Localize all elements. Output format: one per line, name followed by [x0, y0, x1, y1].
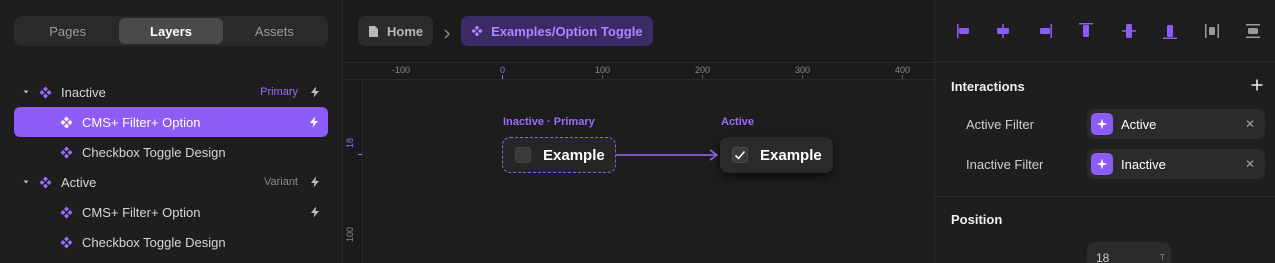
horizontal-ruler: -100 0 100 200 300 400 [344, 62, 934, 80]
breadcrumb-home-label: Home [387, 23, 424, 39]
sparkle-icon [1091, 153, 1113, 175]
layer-item-inactive[interactable]: Inactive Primary [0, 77, 343, 107]
interaction-variant-inactive[interactable]: Inactive ✕ [1087, 149, 1265, 179]
ruler-tick: 100 [345, 226, 355, 242]
component-icon [471, 25, 483, 37]
align-bottom-icon[interactable] [1161, 20, 1179, 42]
add-interaction-icon[interactable] [1251, 78, 1263, 91]
tab-layers[interactable]: Layers [119, 18, 223, 44]
breadcrumb-component-label: Examples/Option Toggle [491, 23, 643, 39]
left-panel: Pages Layers Assets Inactive Primary CMS… [0, 0, 343, 263]
canvas-area[interactable]: Home Examples/Option Toggle -100 0 100 2… [344, 0, 934, 263]
bolt-icon[interactable] [309, 206, 321, 218]
interaction-variant-active[interactable]: Active ✕ [1087, 109, 1265, 139]
distribute-horizontal-icon[interactable] [1203, 20, 1221, 42]
frame-label-inactive[interactable]: Inactive · Primary [503, 116, 595, 128]
layer-item-cms-filter-option-selected[interactable]: CMS+ Filter+ Option [14, 107, 328, 137]
layer-label: Checkbox Toggle Design [82, 234, 226, 250]
ruler-tick: 400 [895, 65, 911, 75]
layer-label: CMS+ Filter+ Option [82, 114, 201, 130]
align-right-icon[interactable] [1036, 20, 1054, 42]
interaction-value: Active [1121, 116, 1157, 132]
bolt-icon[interactable] [309, 86, 321, 98]
component-icon [60, 206, 73, 219]
ruler-marker [802, 75, 803, 79]
checkbox-checked [732, 147, 748, 163]
bolt-icon[interactable] [308, 116, 320, 128]
frame-label-active[interactable]: Active [721, 116, 754, 128]
layer-label: Inactive [61, 84, 106, 100]
ruler-tick: 200 [695, 65, 711, 75]
position-unit: T [1160, 253, 1165, 262]
component-icon [60, 116, 73, 129]
ruler-tick: 18 [345, 137, 355, 148]
layers-tree: Inactive Primary CMS+ Filter+ Option Che… [0, 77, 343, 257]
interaction-value: Inactive [1121, 156, 1166, 172]
align-vertical-center-icon[interactable] [1120, 20, 1138, 42]
ruler-tick: 0 [500, 65, 506, 75]
layer-item-cms-filter-option[interactable]: CMS+ Filter+ Option [0, 197, 343, 227]
position-title: Position [951, 212, 1003, 227]
align-horizontal-center-icon[interactable] [994, 20, 1012, 42]
ruler-tick: -100 [392, 65, 411, 75]
check-icon [734, 150, 746, 160]
panel-tabs: Pages Layers Assets [14, 16, 328, 46]
distribute-vertical-icon[interactable] [1244, 20, 1262, 42]
prototype-connection-arrow[interactable] [616, 147, 720, 163]
remove-icon[interactable]: ✕ [1245, 117, 1255, 131]
layer-label: Checkbox Toggle Design [82, 144, 226, 160]
variant-frame-inactive[interactable]: Example [502, 137, 616, 173]
ruler-tick: 100 [595, 65, 611, 75]
ruler-marker [358, 154, 362, 155]
breadcrumb-home[interactable]: Home [358, 16, 434, 46]
layer-item-checkbox-toggle-design[interactable]: Checkbox Toggle Design [0, 227, 343, 257]
alignment-toolbar [935, 20, 1275, 42]
tab-pages[interactable]: Pages [16, 18, 119, 44]
divider [935, 61, 1275, 62]
align-left-icon[interactable] [955, 20, 973, 42]
sparkle-icon [1091, 113, 1113, 135]
breadcrumb: Home Examples/Option Toggle [358, 16, 653, 46]
layer-tag: Variant [263, 176, 298, 188]
component-icon [39, 86, 52, 99]
layer-label: Active [61, 174, 97, 190]
layer-item-checkbox-toggle-design[interactable]: Checkbox Toggle Design [0, 137, 343, 167]
interaction-label: Inactive Filter [966, 157, 1044, 172]
checkbox-unchecked [515, 147, 531, 163]
component-icon [60, 236, 73, 249]
align-top-icon[interactable] [1077, 20, 1095, 42]
component-icon [39, 176, 52, 189]
design-workarea[interactable] [364, 81, 934, 263]
layer-tag: Primary [260, 86, 298, 98]
page-icon [368, 25, 379, 38]
ruler-tick: 300 [795, 65, 811, 75]
ruler-marker [902, 75, 903, 79]
chevron-right-icon [443, 26, 451, 39]
breadcrumb-component[interactable]: Examples/Option Toggle [461, 16, 653, 46]
remove-icon[interactable]: ✕ [1245, 157, 1255, 171]
layer-item-active[interactable]: Active Variant [0, 167, 343, 197]
position-top-input[interactable]: 18 T [1087, 242, 1171, 263]
chevron-down-icon[interactable] [22, 178, 30, 186]
layer-label: CMS+ Filter+ Option [82, 204, 201, 220]
interactions-title: Interactions [951, 79, 1025, 94]
position-value: 18 [1096, 251, 1110, 263]
ruler-marker [602, 75, 603, 79]
bolt-icon[interactable] [309, 176, 321, 188]
vertical-ruler: 18 100 [344, 80, 363, 263]
component-icon [60, 146, 73, 159]
checkbox-label: Example [760, 146, 822, 164]
divider [935, 196, 1275, 197]
properties-panel: Interactions Active Filter Active ✕ Inac… [934, 0, 1275, 263]
tab-assets[interactable]: Assets [223, 18, 326, 44]
checkbox-label: Example [543, 146, 605, 164]
ruler-marker [502, 75, 503, 79]
interaction-label: Active Filter [966, 117, 1034, 132]
ruler-marker [702, 75, 703, 79]
chevron-down-icon[interactable] [22, 88, 30, 96]
variant-frame-active[interactable]: Example [720, 137, 833, 173]
